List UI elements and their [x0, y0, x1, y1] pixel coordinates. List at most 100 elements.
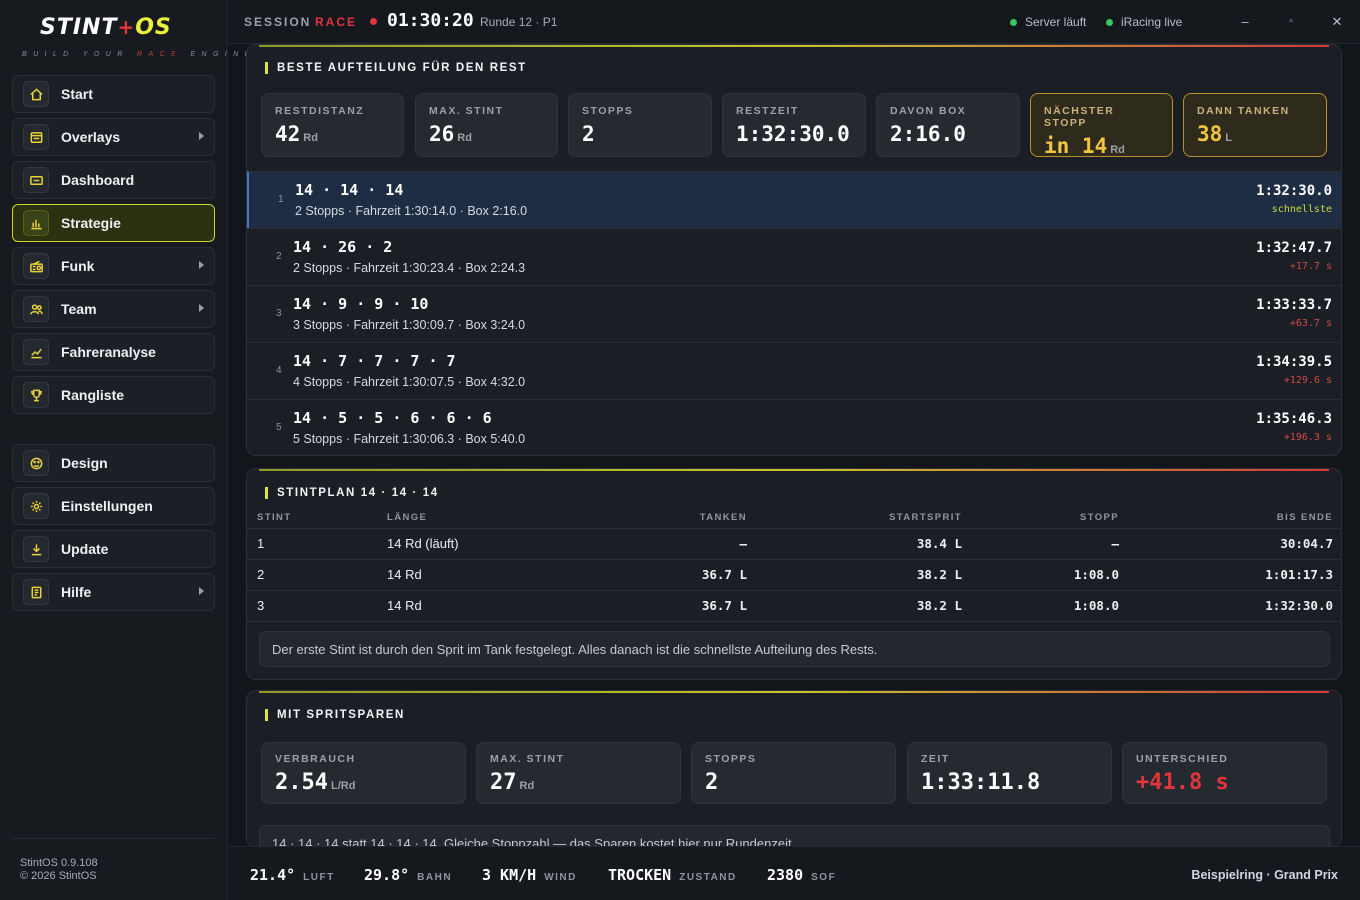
cell-tanken: — [567, 528, 757, 560]
option-total-time: 1:35:46.3 [1256, 411, 1332, 427]
strategy-option[interactable]: 1 14 · 14 · 14 2 Stopps · Fahrzeit 1:30:… [247, 171, 1341, 228]
stat-restdistanz: RESTDISTANZ 42 Rd [261, 93, 404, 157]
column-header: STINT [247, 503, 377, 529]
track-name: Beispielring · Grand Prix [1191, 868, 1338, 882]
divider [12, 838, 215, 839]
home-icon [23, 81, 49, 107]
option-sequence: 14 · 7 · 7 · 7 · 7 [293, 352, 456, 370]
stat-value: 42 Rd [275, 122, 318, 146]
nav-item-start[interactable]: Start [12, 75, 215, 113]
team-icon [23, 296, 49, 322]
minimize-button[interactable]: – [1238, 14, 1252, 29]
nav-item-overlays[interactable]: Overlays [12, 118, 215, 156]
cell-stopp: 1:08.0 [972, 559, 1129, 591]
stat-label: ZEIT [921, 753, 950, 765]
column-header: BIS ENDE [1129, 503, 1341, 529]
table-row: 2 14 Rd 36.7 L 38.2 L 1:08.0 1:01:17.3 [247, 559, 1341, 591]
weather-bar: 21.4° LUFT 29.8° BAHN 3 KM/H WIND TROCKEN ZU… [228, 846, 1360, 900]
session-type: RACE [315, 15, 358, 29]
cell-stopp: 1:08.0 [972, 590, 1129, 622]
nav-item-dashboard[interactable]: Dashboard [12, 161, 215, 199]
cell-bis-ende: 1:01:17.3 [1129, 559, 1341, 591]
cell-laenge: 14 Rd (läuft) [377, 528, 567, 560]
stat-value: 2.54 L/Rd [275, 770, 356, 795]
book-icon [23, 579, 49, 605]
nav-item-label: Rangliste [61, 387, 125, 403]
overlay-icon [23, 124, 49, 150]
server-status-text: Server läuft [1025, 15, 1087, 29]
stat-value: 2 [705, 770, 719, 795]
weather-air: 21.4° LUFT [250, 866, 335, 884]
line-chart-icon [23, 339, 49, 365]
nav-item-update[interactable]: Update [12, 530, 215, 568]
option-description: 3 Stopps · Fahrzeit 1:30:09.7 · Box 3:24… [293, 318, 526, 332]
card-title: MIT SPRITSPAREN [265, 709, 405, 721]
table-row: 1 14 Rd (läuft) — 38.4 L — 30:04.7 [247, 528, 1341, 560]
gear-icon [23, 493, 49, 519]
column-header: STARTSPRIT [757, 503, 972, 529]
nav-item-strategie[interactable]: Strategie [12, 204, 215, 242]
cell-stint: 1 [247, 528, 377, 560]
nav-item-funk[interactable]: Funk [12, 247, 215, 285]
nav-item-fahreranalyse[interactable]: Fahreranalyse [12, 333, 215, 371]
option-sequence: 14 · 5 · 5 · 6 · 6 · 6 [293, 409, 492, 427]
stat-stopps: STOPPS 2 [568, 93, 712, 157]
table-header-row: STINT LÄNGE TANKEN STARTSPRIT STOPP BIS … [247, 503, 1341, 529]
strategy-option[interactable]: 2 14 · 26 · 2 2 Stopps · Fahrzeit 1:30:2… [247, 228, 1341, 285]
bar-chart-icon [23, 210, 49, 236]
cell-laenge: 14 Rd [377, 559, 567, 591]
option-delta: +129.6 s [1283, 375, 1332, 386]
close-button[interactable]: ✕ [1330, 14, 1344, 30]
option-index: 1 [278, 194, 284, 205]
palette-icon [23, 450, 49, 476]
card-accent [259, 45, 1329, 47]
option-delta: +17.7 s [1289, 261, 1332, 272]
nav-item-rangliste[interactable]: Rangliste [12, 376, 215, 414]
maximize-button[interactable]: ▫ [1284, 16, 1298, 27]
stat-label: STOPPS [705, 753, 757, 765]
option-sequence: 14 · 9 · 9 · 10 [293, 295, 429, 313]
status-dot-icon [1010, 18, 1017, 26]
option-total-time: 1:34:39.5 [1256, 354, 1332, 370]
stat-value: 1:32:30.0 [736, 122, 850, 146]
cell-startsprit: 38.2 L [757, 590, 972, 622]
strategy-option[interactable]: 5 14 · 5 · 5 · 6 · 6 · 6 5 Stopps · Fahr… [247, 399, 1341, 455]
nav-item-label: Strategie [61, 215, 121, 231]
cell-stint: 2 [247, 559, 377, 591]
stat-verbrauch: VERBRAUCH 2.54 L/Rd [261, 742, 466, 804]
cell-tanken: 36.7 L [567, 559, 757, 591]
column-header: TANKEN [567, 503, 757, 529]
chevron-right-icon [199, 587, 204, 595]
iracing-status-text: iRacing live [1121, 15, 1183, 29]
nav-item-design[interactable]: Design [12, 444, 215, 482]
live-dot-icon [370, 18, 377, 25]
stint-plan-card: STINTPLAN 14 · 14 · 14 STINT LÄNGE TANKE… [246, 468, 1342, 680]
copyright-text: © 2026 StintOS [20, 870, 97, 882]
option-total-time: 1:33:33.7 [1256, 297, 1332, 313]
nav-item-label: Overlays [61, 129, 121, 145]
cell-bis-ende: 30:04.7 [1129, 528, 1341, 560]
nav-item-hilfe[interactable]: Hilfe [12, 573, 215, 611]
nav-item-label: Funk [61, 258, 95, 274]
stat-label: UNTERSCHIED [1136, 753, 1229, 765]
stat-label: RESTZEIT [736, 105, 799, 117]
option-index: 4 [276, 365, 282, 376]
strategy-option[interactable]: 4 14 · 7 · 7 · 7 · 7 4 Stopps · Fahrzeit… [247, 342, 1341, 399]
radio-icon [23, 253, 49, 279]
cell-stopp: — [972, 528, 1129, 560]
stat-label: STOPPS [582, 105, 634, 117]
card-title: BESTE AUFTEILUNG FÜR DEN REST [265, 62, 527, 74]
nav-item-team[interactable]: Team [12, 290, 215, 328]
session-clock: 01:30:20 [387, 10, 474, 31]
stat-value: 1:33:11.8 [921, 770, 1041, 795]
nav-item-einstellungen[interactable]: Einstellungen [12, 487, 215, 525]
strategy-option[interactable]: 3 14 · 9 · 9 · 10 3 Stopps · Fahrzeit 1:… [247, 285, 1341, 342]
stat-unterschied: UNTERSCHIED +41.8 s [1122, 742, 1327, 804]
stat-naechster-stopp: NÄCHSTER STOPP in 14 Rd [1030, 93, 1173, 158]
column-header: LÄNGE [377, 503, 567, 529]
app-logo: STINT+OS [40, 15, 172, 40]
card-title: STINTPLAN 14 · 14 · 14 [265, 487, 439, 499]
nav-item-label: Team [61, 301, 97, 317]
stat-max-stint: MAX. STINT 26 Rd [415, 93, 558, 157]
stat-value: 26 Rd [429, 122, 472, 146]
